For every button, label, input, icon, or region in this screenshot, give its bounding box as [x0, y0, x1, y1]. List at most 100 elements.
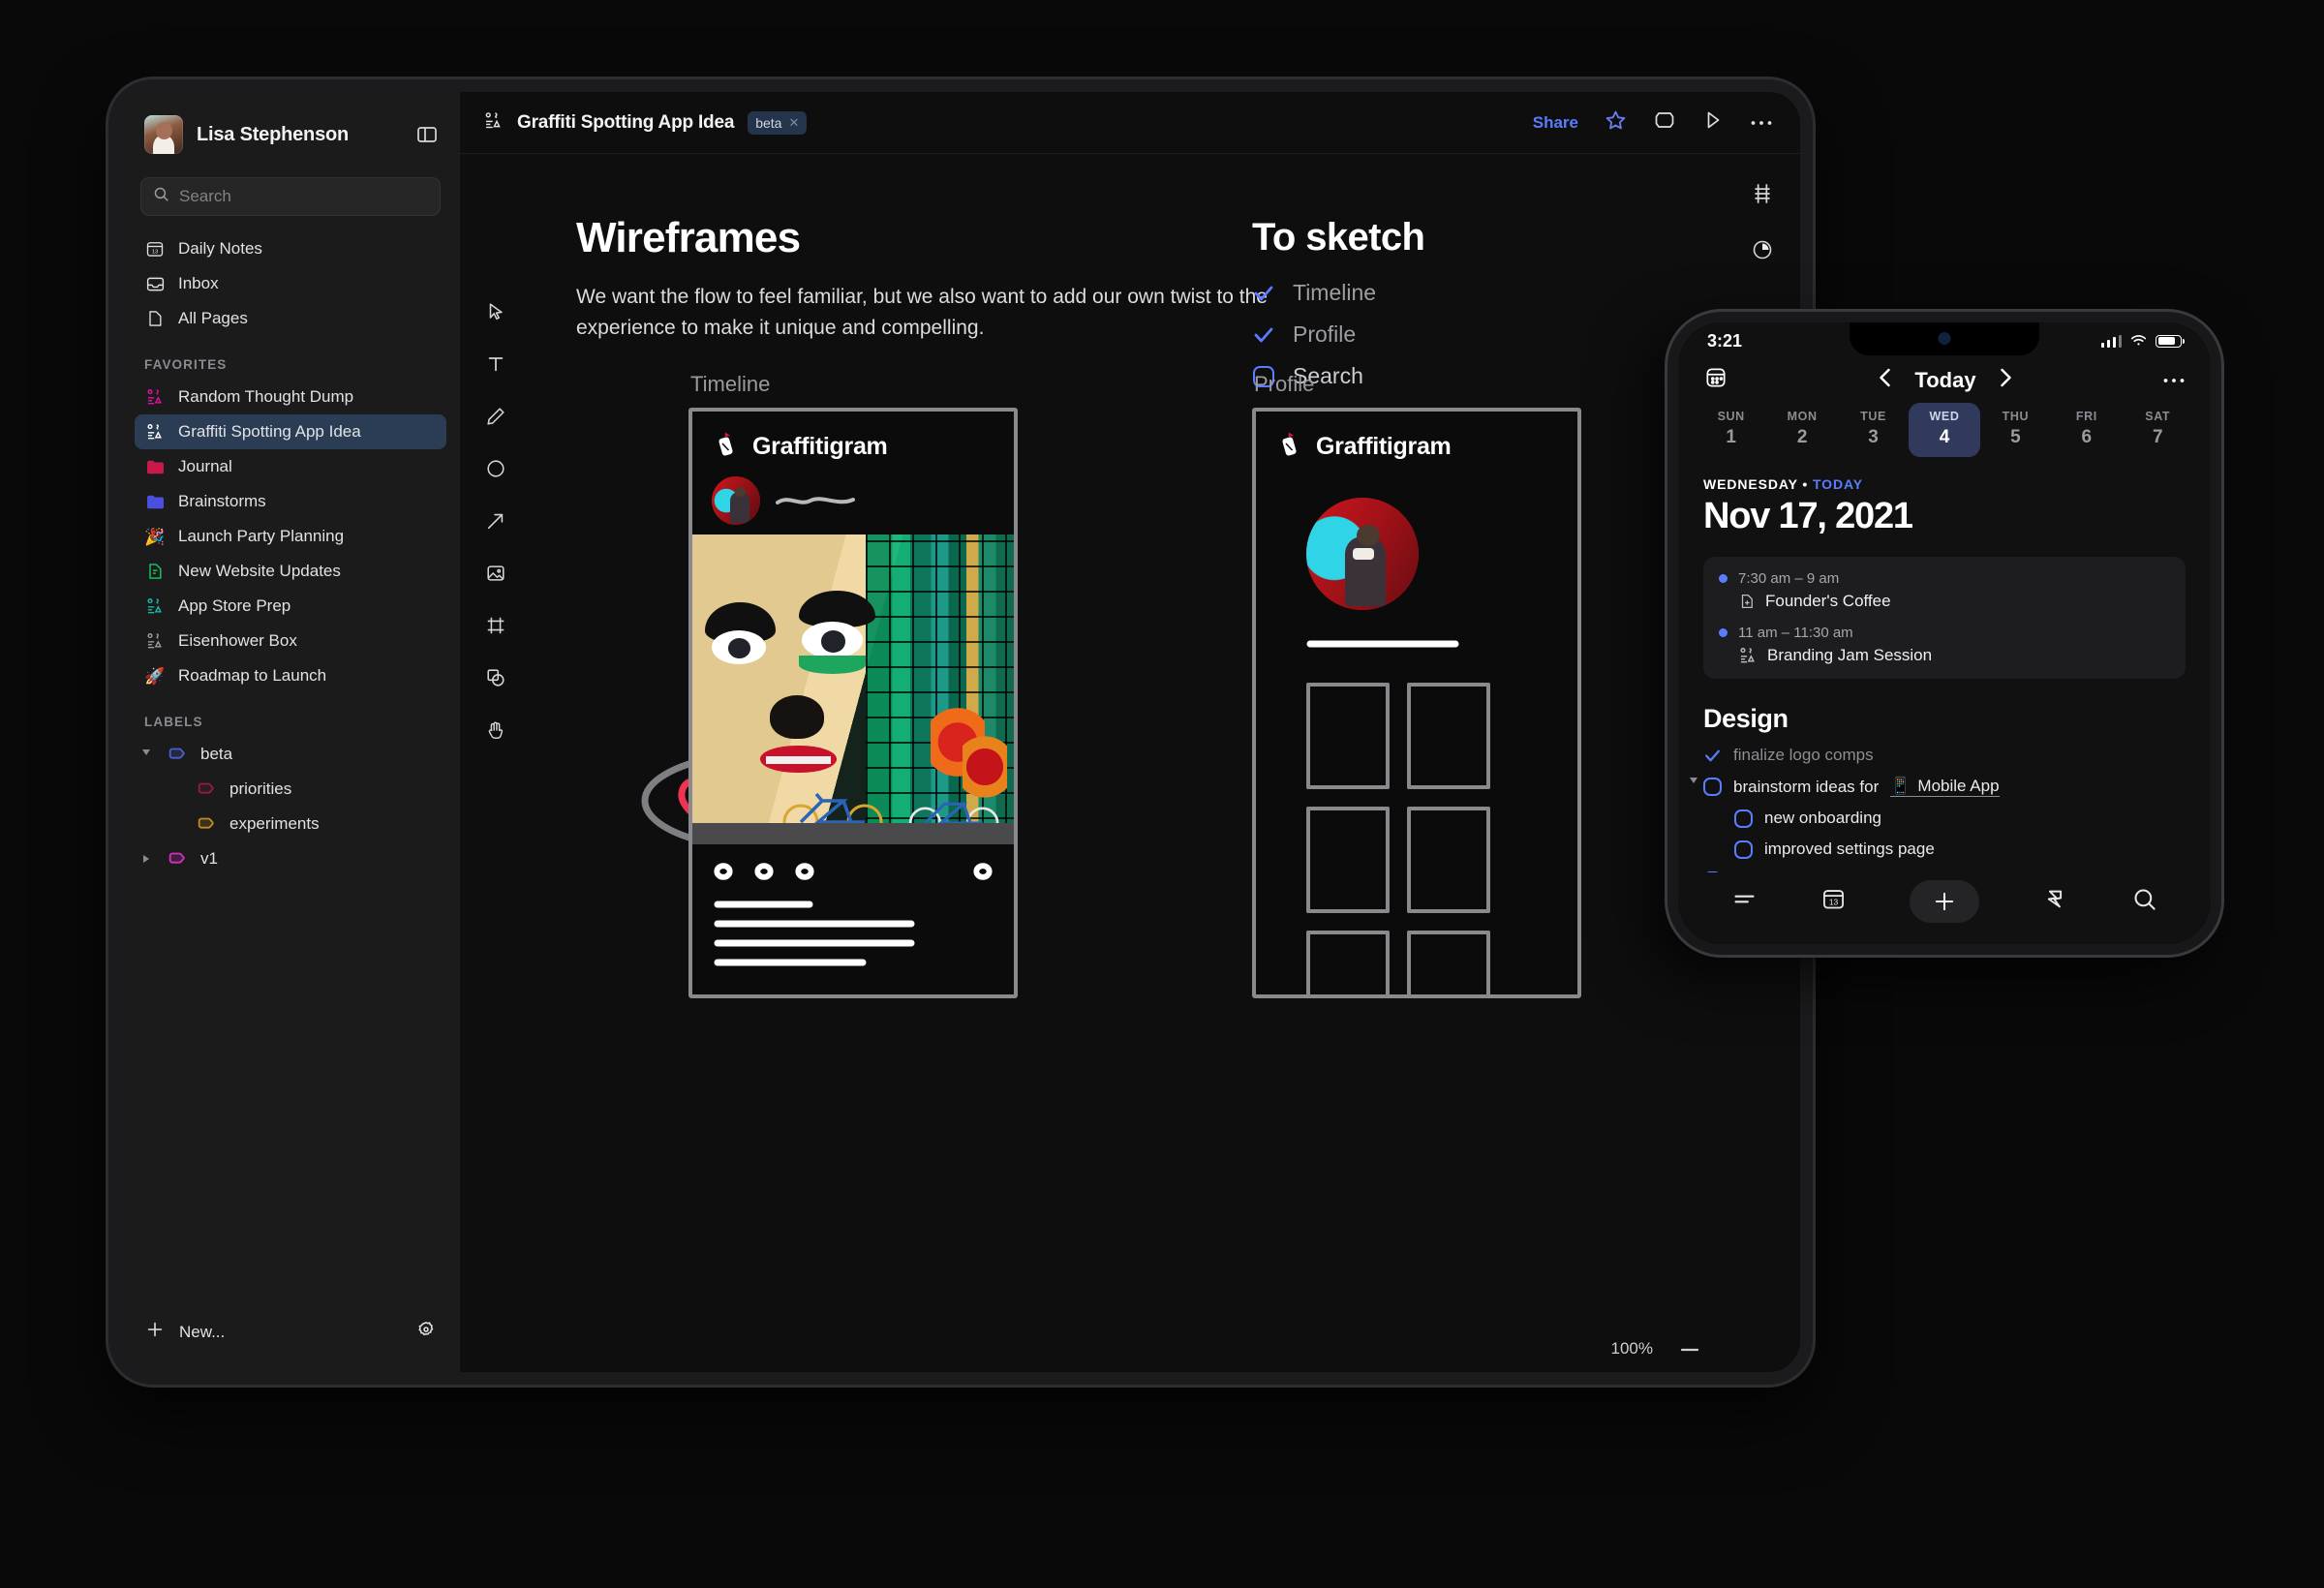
sketch-item-timeline[interactable]: Timeline — [1252, 280, 1376, 306]
frame-label-timeline: Timeline — [690, 372, 771, 396]
chevron-twisty-icon[interactable] — [138, 749, 154, 759]
todo-item-new-onboarding[interactable]: new onboarding — [1703, 809, 2186, 828]
week-day-sun[interactable]: SUN 1 — [1696, 403, 1766, 457]
gear-icon[interactable] — [415, 1319, 437, 1345]
kicker-today: TODAY — [1812, 476, 1863, 492]
star-icon[interactable] — [1604, 108, 1628, 137]
comment-doodle[interactable] — [754, 862, 774, 881]
sidebar-item-launch-party-planning[interactable]: 🎉 Launch Party Planning — [135, 519, 446, 554]
comment-icon[interactable] — [1653, 108, 1676, 137]
search-input[interactable] — [179, 187, 428, 206]
event-title: Founder's Coffee — [1765, 592, 1891, 610]
today-label[interactable]: Today — [1914, 368, 1975, 393]
week-day-thu[interactable]: THU 5 — [1980, 403, 2051, 457]
label-item-beta[interactable]: beta — [135, 737, 446, 772]
chevron-right-icon[interactable] — [1998, 367, 2014, 393]
label-item-priorities[interactable]: priorities — [135, 772, 446, 807]
frame-label-profile: Profile — [1254, 372, 1315, 396]
cursor-icon[interactable] — [481, 297, 510, 326]
check-icon[interactable] — [1703, 747, 1722, 765]
checkbox-icon[interactable] — [1703, 778, 1722, 796]
todo-link[interactable]: 📱 Mobile App — [1890, 777, 2000, 797]
sidebar-item-inbox[interactable]: Inbox — [135, 266, 446, 301]
section-title: Design — [1703, 704, 1789, 733]
check-icon[interactable] — [1252, 282, 1275, 305]
mini-calendar-icon[interactable] — [1703, 365, 1728, 395]
sidebar-item-app-store-prep[interactable]: App Store Prep — [135, 589, 446, 624]
week-day-wed[interactable]: WED 4 — [1909, 403, 1980, 457]
chevron-left-icon[interactable] — [1877, 367, 1893, 393]
sidebar-item-eisenhower-box[interactable]: Eisenhower Box — [135, 624, 446, 658]
shapes-icon[interactable] — [481, 663, 510, 692]
week-day-mon[interactable]: MON 2 — [1766, 403, 1837, 457]
sidebar-item-graffiti-spotting-app-idea[interactable]: Graffiti Spotting App Idea — [135, 414, 446, 449]
checkbox-icon[interactable] — [1703, 870, 1722, 872]
ellipsis-icon[interactable] — [2162, 372, 2186, 389]
label-item-v1[interactable]: v1 — [135, 841, 446, 876]
check-icon[interactable] — [1252, 323, 1275, 347]
search-box[interactable] — [140, 177, 441, 216]
day-number: 5 — [2010, 427, 2021, 447]
chevron-twisty-icon[interactable] — [1690, 778, 1697, 806]
todo-item-brainstorm-ideas-for[interactable]: brainstorm ideas for 📱 Mobile App — [1690, 777, 2186, 806]
sidebar-item-random-thought-dump[interactable]: Random Thought Dump — [135, 380, 446, 414]
ellipse-icon[interactable] — [481, 454, 510, 483]
bolt-icon[interactable] — [2042, 886, 2068, 917]
week-day-fri[interactable]: FRI 6 — [2051, 403, 2122, 457]
arrow-icon[interactable] — [481, 506, 510, 535]
zoom-control[interactable]: 100% — [1611, 1339, 1699, 1359]
week-day-tue[interactable]: TUE 3 — [1838, 403, 1909, 457]
heart-doodle[interactable] — [714, 862, 733, 881]
plus-icon[interactable] — [144, 1319, 166, 1345]
label-item-experiments[interactable]: experiments — [135, 807, 446, 841]
sidebar-item-label: Journal — [178, 457, 232, 475]
image-icon[interactable] — [481, 559, 510, 588]
weekday-label: TUE — [1860, 410, 1886, 423]
wireframe-timeline[interactable]: Graffitigram — [688, 408, 1018, 998]
text-icon[interactable] — [481, 350, 510, 379]
share-button[interactable]: Share — [1533, 113, 1578, 133]
sidebar-item-new-website-updates[interactable]: New Website Updates — [135, 554, 446, 589]
day-number: 2 — [1796, 427, 1808, 447]
calendar-13-icon[interactable]: 13 — [1820, 886, 1847, 917]
sidebar-item-brainstorms[interactable]: Brainstorms — [135, 484, 446, 519]
history-clock-icon[interactable] — [1751, 238, 1774, 266]
sidebar-item-daily-notes[interactable]: 13 Daily Notes — [135, 231, 446, 266]
sidebar-item-roadmap-to-launch[interactable]: 🚀 Roadmap to Launch — [135, 658, 446, 693]
chevron-twisty-icon[interactable] — [138, 855, 154, 863]
checkbox-icon[interactable] — [1734, 840, 1753, 859]
todo-item-finalize-logo-comps[interactable]: finalize logo comps — [1703, 746, 2186, 765]
todo-item-improved-settings-page[interactable]: improved settings page — [1703, 840, 2186, 859]
tag-beta[interactable]: beta ✕ — [748, 110, 808, 135]
x-icon[interactable]: ✕ — [788, 115, 799, 131]
sidebar-toggle-icon[interactable] — [415, 123, 439, 146]
event-item[interactable]: 7:30 am – 9 am Founder's Coffee — [1719, 570, 2170, 611]
avatar[interactable] — [712, 476, 760, 525]
search-icon[interactable] — [2131, 886, 2157, 917]
minus-icon[interactable] — [1680, 1339, 1699, 1359]
frame-grid-icon[interactable] — [1750, 181, 1775, 211]
sketch-item-profile[interactable]: Profile — [1252, 321, 1376, 348]
page-icon — [144, 308, 166, 329]
bookmark-doodle[interactable] — [973, 862, 993, 881]
sidebar-item-journal[interactable]: Journal — [135, 449, 446, 484]
week-day-sat[interactable]: SAT 7 — [2123, 403, 2193, 457]
checkbox-icon[interactable] — [1734, 809, 1753, 828]
list-lines-icon[interactable] — [1731, 886, 1758, 917]
share-doodle[interactable] — [795, 862, 814, 881]
play-icon[interactable] — [1701, 108, 1725, 137]
frame-icon[interactable] — [481, 611, 510, 640]
new-button[interactable]: New... — [179, 1323, 225, 1342]
profile-avatar[interactable] — [1306, 498, 1419, 610]
hand-icon[interactable] — [481, 716, 510, 745]
ellipsis-icon[interactable] — [1750, 114, 1773, 132]
todo-item-collect-graffiti-inspiration[interactable]: collect graffiti inspiration — [1703, 870, 2186, 872]
pencil-icon[interactable] — [481, 402, 510, 431]
event-item[interactable]: 11 am – 11:30 am Branding Jam Session — [1719, 625, 2170, 665]
sidebar-item-all-pages[interactable]: All Pages — [135, 301, 446, 336]
day-number: 3 — [1868, 427, 1879, 447]
canvas[interactable]: Wireframes We want the flow to feel fami… — [460, 154, 1800, 1372]
add-button[interactable] — [1909, 880, 1979, 923]
wireframe-profile[interactable]: Graffitigram — [1252, 408, 1581, 998]
avatar[interactable] — [144, 115, 183, 154]
